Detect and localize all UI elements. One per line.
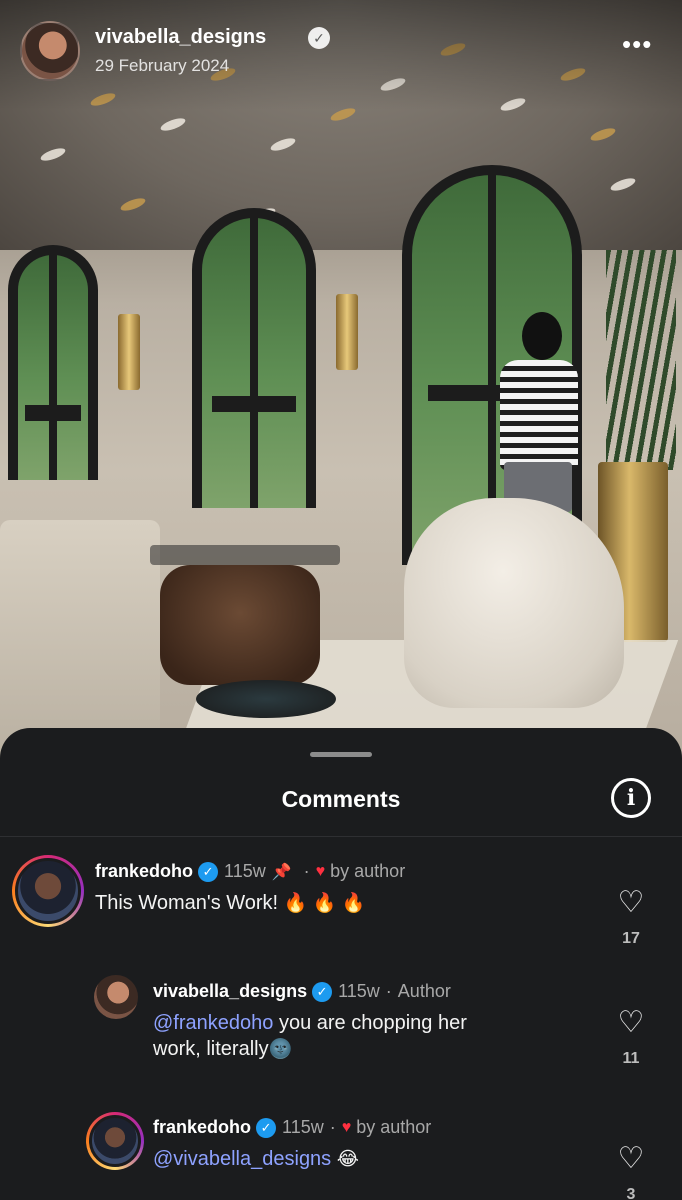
wall-sconce: [336, 294, 358, 370]
arched-window: [192, 208, 316, 508]
liked-by-author-label: by author: [356, 1117, 432, 1137]
arched-window: [8, 245, 98, 480]
verified-check-icon: ✓: [256, 1117, 277, 1138]
comment-age: 115w: [224, 861, 266, 881]
verified-check-icon: ✓: [312, 981, 333, 1002]
side-table: [196, 680, 336, 718]
person-head: [522, 312, 562, 360]
coffee-table-glass: [150, 545, 340, 565]
comments-title: Comments: [281, 786, 401, 812]
heart-filled-icon: ♥: [341, 1118, 352, 1136]
plant: [606, 250, 676, 470]
armchair: [404, 498, 624, 708]
comment-meta: frankedoho ✓ 115w · ♥ by author: [153, 1117, 431, 1138]
more-options-icon[interactable]: •••: [622, 31, 652, 57]
verified-check-icon: ✓: [308, 27, 330, 49]
heart-filled-icon: ♥: [315, 862, 326, 880]
liked-by-author-label: by author: [330, 861, 406, 881]
like-control: ♡ 3: [611, 1144, 651, 1200]
divider: [0, 836, 682, 837]
comment-username[interactable]: frankedoho: [95, 861, 193, 882]
heart-outline-icon[interactable]: ♡: [611, 1008, 651, 1038]
comment-meta: frankedoho ✓ 115w 📌 · ♥ by author: [95, 861, 405, 882]
sofa: [0, 520, 160, 760]
comment-age: 115w: [338, 981, 380, 1001]
heart-outline-icon[interactable]: ♡: [611, 1144, 651, 1174]
mention-link[interactable]: @vivabella_designs: [153, 1148, 331, 1170]
comment-text: @vivabella_designs 😂: [153, 1146, 359, 1173]
comment-username[interactable]: frankedoho: [153, 1117, 251, 1138]
like-count: 3: [626, 1186, 636, 1200]
comment-emoji: 🌚: [268, 1039, 293, 1060]
like-control: ♡ 11: [611, 1008, 651, 1068]
like-count: 17: [622, 930, 640, 947]
comment-body: you are chopping her: [273, 1012, 467, 1034]
separator: ·: [329, 1117, 336, 1137]
comment-age: 115w: [282, 1117, 324, 1137]
comment-text: @frankedoho you are chopping her work, l…: [153, 1010, 573, 1063]
pin-icon: 📌: [271, 863, 292, 881]
comment-emoji: 😂: [336, 1149, 359, 1170]
commenter-avatar[interactable]: [12, 855, 84, 927]
info-icon[interactable]: i: [611, 778, 651, 818]
commenter-avatar[interactable]: [86, 1112, 144, 1170]
separator: ·: [303, 861, 310, 881]
like-control: ♡ 17: [611, 888, 651, 948]
comment-emoji: 🔥 🔥 🔥: [283, 893, 366, 914]
comment-meta: vivabella_designs ✓ 115w · Author: [153, 981, 451, 1002]
comment-username[interactable]: vivabella_designs: [153, 981, 307, 1002]
post-photo[interactable]: [0, 0, 682, 760]
comment-text: This Woman's Work! 🔥 🔥 🔥: [95, 890, 365, 917]
comment-body-cont: work, literally: [153, 1038, 269, 1060]
commenter-avatar[interactable]: [94, 975, 138, 1019]
wall-sconce: [118, 314, 140, 390]
post-header: vivabella_designs ✓ 29 February 2024 •••: [0, 0, 682, 110]
author-label: Author: [397, 981, 451, 1001]
comments-sheet: Comments i frankedoho ✓ 115w 📌 · ♥ by au…: [0, 728, 682, 1200]
author-avatar[interactable]: [20, 21, 80, 81]
separator: ·: [385, 981, 392, 1001]
comment-body: This Woman's Work!: [95, 892, 279, 914]
like-count: 11: [622, 1050, 640, 1067]
post-date: 29 February 2024: [95, 56, 230, 75]
heart-outline-icon[interactable]: ♡: [611, 888, 651, 918]
person: [500, 360, 578, 470]
sheet-drag-handle[interactable]: [310, 752, 372, 757]
verified-check-icon: ✓: [198, 861, 219, 882]
author-username[interactable]: vivabella_designs: [95, 26, 266, 49]
coffee-table-base: [160, 565, 320, 685]
mention-link[interactable]: @frankedoho: [153, 1012, 273, 1034]
